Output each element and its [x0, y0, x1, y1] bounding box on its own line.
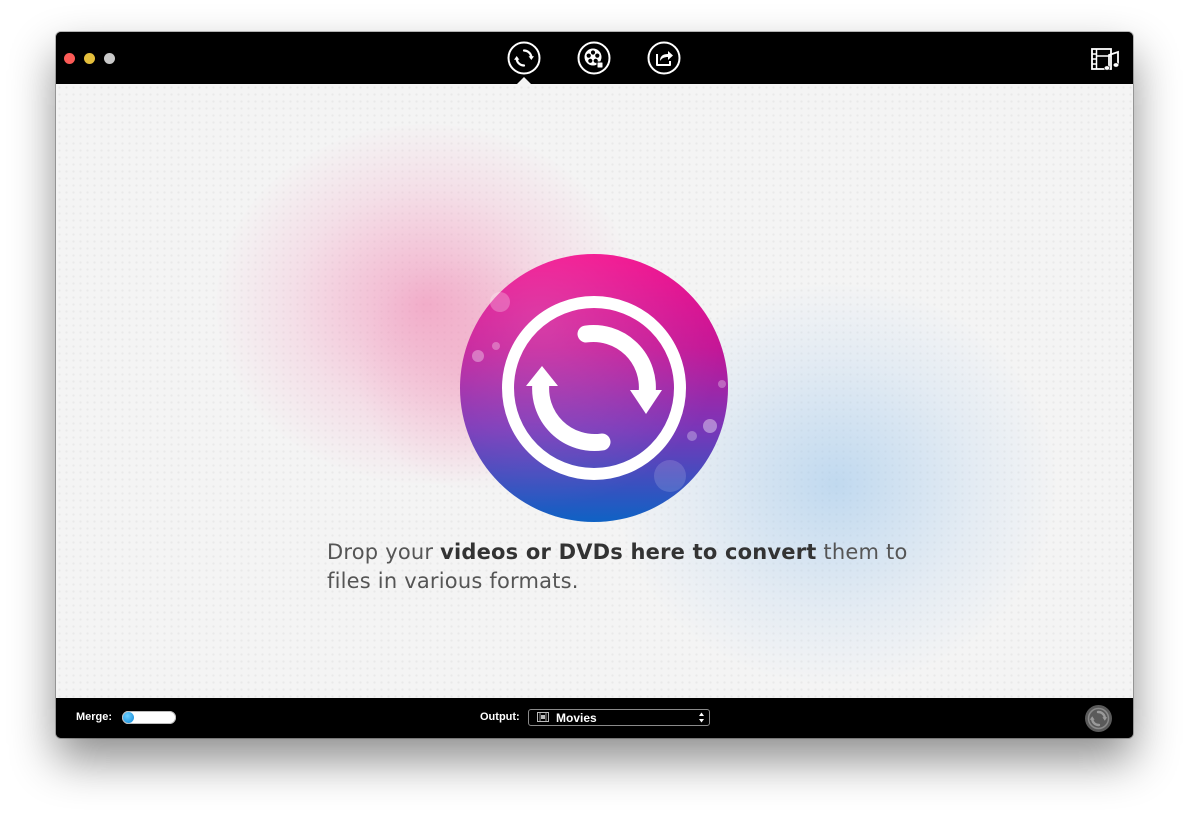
burn-tab-button[interactable]	[577, 41, 611, 75]
convert-logo-icon	[460, 254, 728, 522]
bottom-bar: Merge: Output: Movies	[56, 698, 1133, 738]
merge-toggle[interactable]	[122, 711, 176, 724]
active-tab-indicator	[517, 77, 531, 84]
output-format-select[interactable]: Movies	[528, 709, 710, 726]
convert-tab-button[interactable]	[507, 41, 541, 75]
merge-label: Merge:	[76, 711, 113, 723]
zoom-window-button[interactable]	[104, 53, 115, 64]
film-music-icon	[1091, 48, 1120, 71]
share-tab-button[interactable]	[647, 41, 681, 75]
title-bar	[56, 32, 1133, 84]
media-browser-button[interactable]	[1090, 46, 1120, 72]
convert-icon	[507, 41, 541, 75]
merge-toggle-knob	[123, 712, 134, 723]
film-reel-icon	[577, 41, 611, 75]
close-window-button[interactable]	[64, 53, 75, 64]
drop-instructions: Drop your videos or DVDs here to convert…	[327, 540, 908, 593]
minimize-window-button[interactable]	[84, 53, 95, 64]
output-format-value: Movies	[556, 711, 597, 725]
app-window: Drop your videos or DVDs here to convert…	[56, 32, 1133, 738]
start-convert-button[interactable]	[1084, 704, 1113, 733]
movie-folder-icon	[537, 712, 549, 722]
chevron-up-down-icon	[699, 712, 704, 723]
convert-icon	[1085, 705, 1112, 732]
drop-zone[interactable]: Drop your videos or DVDs here to convert…	[56, 84, 1133, 698]
share-icon	[647, 41, 681, 75]
output-label: Output:	[480, 711, 520, 723]
